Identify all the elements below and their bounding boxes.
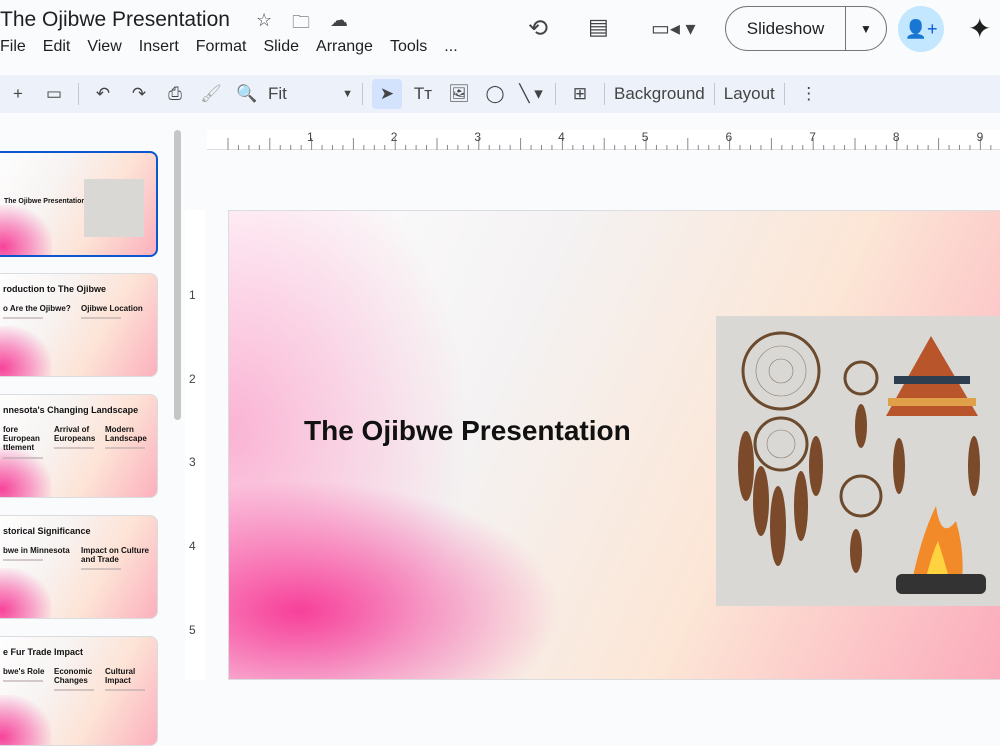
gemini-sparkle-icon[interactable]: ✦ [968,12,991,45]
menu-insert[interactable]: Insert [139,38,179,56]
thumb-column: fore European ttlement [3,425,51,459]
star-icon[interactable]: ☆ [256,10,272,31]
slide-title[interactable]: The Ojibwe Presentation [304,415,631,447]
ruler-number: 2 [390,130,398,144]
menu-file[interactable]: File [0,38,26,56]
slideshow-button[interactable]: Slideshow [726,7,846,50]
thumb-column: Arrival of Europeans [54,425,102,450]
slide-thumbnail-4[interactable]: storical Significance bwe in Minnesota I… [0,515,158,619]
vertical-ruler[interactable]: 1 2 3 4 5 [185,210,205,680]
ruler-number: 1 [307,130,314,144]
menu-format[interactable]: Format [196,38,247,56]
thumb-title: e Fur Trade Impact [3,647,84,657]
thumb-title: nnesota's Changing Landscape [3,405,139,415]
slide-thumbnail-1[interactable]: The Ojibwe Presentation [0,151,158,257]
chevron-down-icon: ▼ [342,88,353,100]
thumb-column: Ojibwe Location [81,304,155,320]
undo-icon[interactable]: ↶ [88,79,118,109]
slideshow-dropdown-icon[interactable]: ▼ [846,22,886,36]
add-person-icon: 👤+ [904,18,938,39]
text-box-icon[interactable]: Tт [408,79,438,109]
ruler-number: 4 [189,539,196,554]
ruler-number: 5 [641,130,649,144]
select-cursor-icon[interactable]: ➤ [372,79,402,109]
history-icon[interactable]: ⟲ [528,14,548,43]
divider [604,83,605,105]
slide-thumbnail-3[interactable]: nnesota's Changing Landscape fore Europe… [0,394,158,498]
background-button[interactable]: Background [614,79,705,109]
divider [713,83,715,105]
menu-bar: File Edit View Insert Format Slide Arran… [0,38,475,56]
ruler-number: 4 [558,130,565,144]
thumb-title: roduction to The Ojibwe [3,284,106,294]
slide-thumbnail-2[interactable]: roduction to The Ojibwe o Are the Ojibwe… [0,273,158,377]
redo-icon[interactable]: ↷ [124,79,154,109]
menu-more[interactable]: ... [444,38,457,56]
horizontal-ruler[interactable]: 1 2 3 4 5 6 7 8 9 [207,130,1000,150]
slide-thumbnail-5[interactable]: e Fur Trade Impact bwe's Role Economic C… [0,636,158,746]
ruler-number: 2 [189,371,196,386]
dreamcatcher-image[interactable] [716,316,1000,606]
menu-slide[interactable]: Slide [263,38,299,56]
slideshow-group: Slideshow ▼ [725,6,887,51]
paint-format-icon[interactable]: 🖌 [196,79,226,109]
new-slide-icon[interactable]: + [3,79,33,109]
slide-layout-icon[interactable]: ▭ [39,79,69,109]
divider [555,83,556,105]
layout-button[interactable]: Layout [724,79,775,109]
menu-tools[interactable]: Tools [390,38,427,56]
thumb-column: Modern Landscape [105,425,153,450]
zoom-value: Fit [268,84,287,103]
ruler-number: 8 [892,130,900,144]
ruler-ticks [227,138,992,150]
thumb-title: storical Significance [3,526,91,536]
divider [78,83,79,105]
thumb-image [84,179,144,237]
ruler-number: 6 [725,130,733,144]
insert-comment-icon[interactable]: ⊞ [565,79,595,109]
ruler-number: 5 [189,622,196,637]
ruler-number: 3 [474,130,482,144]
move-folder-icon[interactable]: 🗀 [292,10,310,40]
line-icon[interactable]: ╲ ▾ [516,79,546,109]
print-icon[interactable]: ⎙ [160,79,190,109]
thumb-column: Economic Changes [54,667,102,692]
menu-arrange[interactable]: Arrange [316,38,373,56]
ruler-number: 3 [189,455,196,470]
cloud-saved-icon[interactable]: ☁ [330,10,348,31]
ruler-number: 1 [189,288,196,302]
thumb-column: o Are the Ojibwe? [3,304,77,320]
ruler-number: 9 [976,130,984,144]
shape-icon[interactable]: ◯ [480,79,510,109]
toolbar: + ▭ ↶ ↷ ⎙ 🖌 🔍 Fit ▼ ➤ Tт 🖼 ◯ ╲ ▾ ⊞ Backgr… [0,75,1000,113]
filmstrip-scrollbar[interactable] [174,130,181,420]
video-call-icon[interactable]: ▭◂ ▾ [651,16,696,41]
share-button[interactable]: 👤+ [898,6,944,52]
menu-edit[interactable]: Edit [43,38,71,56]
thumb-title: The Ojibwe Presentation [4,198,86,205]
thumb-column: Impact on Culture and Trade [81,546,155,571]
image-icon[interactable]: 🖼 [444,79,474,109]
divider [362,83,363,105]
thumb-column: Cultural Impact [105,667,153,692]
comment-icon[interactable]: ▤ [588,14,609,40]
thumb-column: bwe in Minnesota [3,546,77,562]
menu-view[interactable]: View [87,38,121,56]
document-title[interactable]: The Ojibwe Presentation [0,8,230,32]
more-options-icon[interactable]: ⋮ [794,79,824,109]
divider [783,83,785,105]
zoom-icon[interactable]: 🔍 [232,79,262,109]
slide-canvas[interactable]: The Ojibwe Presentation [228,210,1000,680]
slide-filmstrip: The Ojibwe Presentation roduction to The… [0,115,172,746]
zoom-select[interactable]: Fit ▼ [268,79,353,109]
ruler-number: 7 [809,130,816,144]
thumb-column: bwe's Role [3,667,51,683]
